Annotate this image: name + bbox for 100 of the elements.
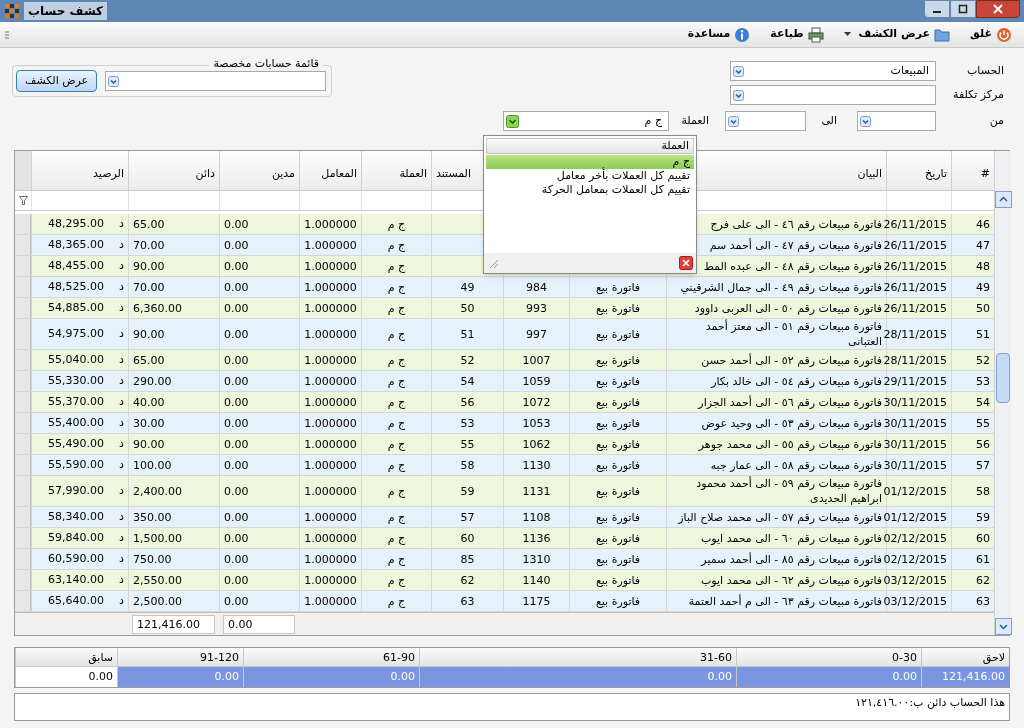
table-cell: فاتورة مبيعات رقم ٥٥ - الى محمد جوهر [698,436,882,452]
table-cell: فاتورة مبيعات رقم ٥٤ - الى خالد بكار [711,373,882,389]
toolbar-button[interactable]: عرض الكشف [839,26,955,43]
column-header[interactable]: مدين [219,151,299,190]
row-header[interactable] [15,371,31,391]
table-cell-text: 57,990.00 [48,482,104,499]
table-cell: 1.000000 [304,551,357,567]
column-header[interactable]: سابق [15,648,117,667]
field-label: الحساب [965,62,1004,79]
toolbar-button[interactable]: غلق [966,26,1016,43]
row-header[interactable] [15,350,31,370]
column-header[interactable]: 61-90 [243,648,419,667]
table-cell: 50 [976,300,990,316]
table-cell-text: 55,330.00 [48,372,104,389]
table-cell: 85 [460,551,475,567]
field-label: مركز تكلفة [952,86,1004,103]
maximize-button[interactable] [950,0,976,18]
table-cell: 1.000000 [304,572,357,588]
scroll-thumb[interactable] [996,353,1010,403]
table-cell-text: فاتورة مبيعات رقم ٥٩ - الى أحمد محمود ابراهيم الحديدى [695,476,882,506]
table-cell: 1131 [522,483,551,499]
dropdown-field[interactable] [857,111,936,131]
table-cell: 1108 [522,509,551,525]
row-header[interactable] [15,214,31,234]
table-cell: 30/11/2015 [883,415,947,431]
column-header[interactable]: 31-60 [419,648,736,667]
row-header[interactable] [15,235,31,255]
row-header[interactable] [15,392,31,412]
table-cell: 1072 [522,394,551,410]
table-cell: 60 [976,530,990,546]
table-cell: فاتورة بيع [595,483,641,499]
table-cell: 26/11/2015 [883,216,947,232]
column-header[interactable]: تاريخ [886,151,951,190]
window-title: كشف حساب [24,2,108,20]
table-cell-text: د [119,482,124,499]
row-header[interactable] [15,298,31,318]
row-header[interactable] [15,528,31,548]
row-header[interactable] [15,319,31,349]
table-cell: 1.000000 [304,530,357,546]
row-header[interactable] [15,591,31,611]
table-cell: 1.000000 [304,415,357,431]
toolbar-button[interactable]: مساعدة [683,26,755,43]
table-cell: 0.00 [224,373,249,389]
table-cell: ج م [387,551,406,567]
column-header[interactable]: 91-120 [117,648,243,667]
row-header[interactable] [15,277,31,297]
table-cell: 55 [976,415,990,431]
column-header[interactable]: لاحق [921,648,1009,667]
table-cell: 0.00 [224,457,249,473]
table-cell: 47 [976,237,990,253]
table-cell: 2,500.00 [133,593,182,609]
table-cell: فاتورة مبيعات رقم ٨٥ - الى أحمد سمير [701,551,882,567]
table-cell: 0.00 [224,237,249,253]
close-button[interactable] [976,0,1020,18]
table-cell: 52 [976,352,990,368]
table-cell-text: د [119,456,124,473]
table-cell: 1140 [522,572,551,588]
minimize-button[interactable] [924,0,950,18]
dropdown-field[interactable] [730,85,936,105]
dropdown-field[interactable]: ج م [503,111,669,131]
row-header[interactable] [15,455,31,475]
show-statement-button[interactable]: عرض الكشف [16,70,98,92]
scrollbar[interactable] [994,151,1011,635]
dropdown-field[interactable] [105,71,327,91]
table-cell: فاتورة مبيعات رقم ٤٦ - الى على فرج [710,216,882,232]
row-header[interactable] [15,476,31,506]
table-cell-text: د [119,278,124,295]
table-cell: 2,400.00 [133,483,182,499]
dropdown-field[interactable]: المبيعات [730,61,936,81]
resize-grip-icon [487,257,499,269]
row-header[interactable] [15,256,31,276]
table-cell: 03/12/2015 [883,572,947,588]
table-cell-text: 55,590.00 [48,456,104,473]
table-cell: 49 [976,279,990,295]
filter-icon [18,196,28,205]
row-header[interactable] [15,570,31,590]
column-header[interactable]: 0-30 [736,648,921,667]
table-cell-text: فاتورة مبيعات رقم ٥١ - الى معتز أحمد العتبانى [704,319,882,349]
column-header[interactable]: العملة [361,151,431,190]
table-cell: 54 [976,394,990,410]
table-cell: 0.00 [736,667,921,687]
printer-icon [807,26,824,43]
table-cell: فاتورة بيع [595,373,641,389]
row-header[interactable] [15,507,31,527]
column-header[interactable]: المعامل [299,151,361,190]
table-cell-text: د [119,571,124,588]
toolbar-button[interactable]: طباعة [766,26,828,43]
table-cell-text: 54,975.00 [48,325,104,342]
table-cell-text: د [119,236,124,253]
column-header[interactable]: دائن [128,151,219,190]
info-icon [734,26,751,43]
dropdown-option[interactable]: ج م [486,155,694,169]
table-cell: 52 [460,352,475,368]
table-cell: 1.000000 [304,352,357,368]
row-header[interactable] [15,413,31,433]
dropdown-field[interactable] [725,111,806,131]
row-header[interactable] [15,549,31,569]
table-cell: 02/12/2015 [883,530,947,546]
row-header[interactable] [15,434,31,454]
table-cell: 01/12/2015 [883,509,947,525]
